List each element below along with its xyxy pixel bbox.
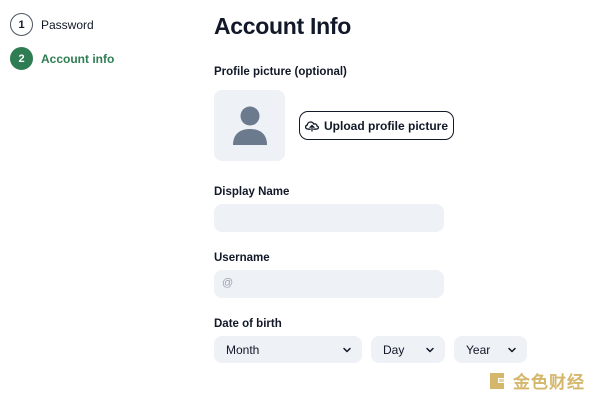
month-select-value: Month [226,342,260,357]
watermark-text: 金色财经 [513,373,585,392]
step-number: 2 [10,47,33,70]
year-select-value: Year [466,342,491,357]
username-label: Username [214,252,270,264]
page-title: Account Info [214,13,351,39]
display-name-label: Display Name [214,186,290,198]
month-select[interactable]: Month [214,336,362,363]
user-avatar-icon [232,106,267,145]
step-number: 1 [10,13,33,36]
chevron-down-icon [343,347,351,352]
upload-button-label: Upload profile picture [323,118,448,133]
step-password[interactable]: 1 Password [10,13,94,36]
date-of-birth-label: Date of birth [214,318,282,330]
avatar-placeholder[interactable] [214,90,285,161]
display-name-input[interactable] [214,204,444,232]
chevron-down-icon [508,347,516,352]
upload-profile-picture-button[interactable]: Upload profile picture [299,111,454,140]
day-select[interactable]: Day [371,336,445,363]
step-label: Password [41,17,94,32]
profile-picture-label: Profile picture (optional) [214,66,347,78]
watermark-logo-icon [490,372,504,389]
step-account-info[interactable]: 2 Account info [10,47,114,70]
username-prefix: @ [222,277,234,289]
watermark: 金色财经 [486,368,585,393]
year-select[interactable]: Year [454,336,527,363]
upload-cloud-icon [304,121,319,132]
username-input[interactable] [214,270,444,298]
step-label: Account info [41,51,115,66]
day-select-value: Day [383,342,405,357]
chevron-down-icon [426,347,434,352]
